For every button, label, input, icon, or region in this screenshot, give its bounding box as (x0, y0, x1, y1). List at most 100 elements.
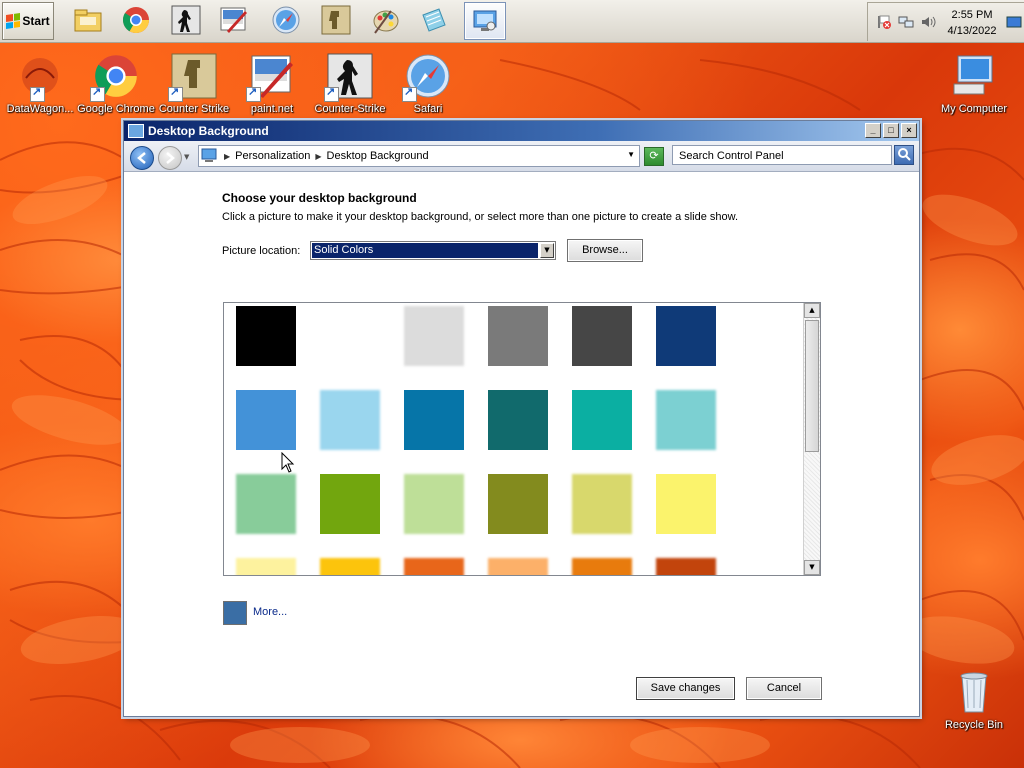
color-swatch[interactable] (572, 390, 632, 450)
dropdown-arrow-icon[interactable]: ▼ (540, 243, 554, 258)
clock-date: 4/13/2022 (947, 25, 997, 37)
color-swatch[interactable] (656, 474, 716, 534)
network-icon[interactable] (898, 14, 914, 33)
more-link[interactable]: More... (253, 606, 287, 618)
maximize-button[interactable]: □ (883, 123, 899, 138)
breadcrumb-desktop-background[interactable]: Desktop Background (327, 150, 429, 162)
back-button[interactable] (130, 146, 154, 170)
clock-time: 2:55 PM (951, 9, 993, 21)
scroll-thumb[interactable] (805, 320, 819, 452)
desktop-icon-paint-net[interactable]: paint.net (232, 52, 312, 115)
paint-net-taskbar-icon[interactable] (214, 3, 254, 37)
paint-net-icon (246, 52, 296, 102)
breadcrumb-chevron-icon[interactable]: ▶ (224, 152, 230, 161)
shortcut-arrow-icon (246, 85, 261, 102)
color-swatch[interactable] (488, 390, 548, 450)
minimize-button[interactable]: _ (865, 123, 881, 138)
desktop-icon-label: Counter Strike (158, 103, 230, 115)
color-swatch[interactable] (236, 390, 296, 450)
recycle-bin-icon (950, 668, 998, 716)
shortcut-arrow-icon (324, 85, 339, 102)
computer-icon (950, 52, 998, 100)
desktop-icon-safari[interactable]: Safari (388, 52, 468, 115)
clock[interactable]: 2:55 PM 4/13/2022 (942, 7, 1002, 39)
color-swatch[interactable] (572, 558, 632, 575)
close-button[interactable]: × (901, 123, 917, 138)
desktop-icon-label: paint.net (250, 103, 294, 115)
desktop-icon-label: DataWagon... (6, 103, 74, 115)
color-swatch[interactable] (404, 390, 464, 450)
window-titlebar[interactable]: Desktop Background _ □ × (124, 121, 919, 141)
shortcut-arrow-icon (30, 85, 45, 102)
safari-taskbar-icon[interactable] (266, 3, 306, 37)
desktop-icon-recycle-bin[interactable]: Recycle Bin (934, 668, 1014, 731)
notepad-taskbar-icon[interactable] (414, 3, 454, 37)
chrome-icon (90, 52, 140, 102)
browse-button[interactable]: Browse... (567, 239, 643, 262)
start-button[interactable]: Start (2, 2, 54, 40)
color-swatch[interactable] (320, 558, 380, 575)
desktop-icon-counter-strike[interactable]: Counter Strike (154, 52, 234, 115)
address-dropdown-icon[interactable]: ▼ (627, 150, 635, 159)
color-swatch[interactable] (572, 306, 632, 366)
desktop-icon-label: My Computer (940, 103, 1008, 115)
address-field[interactable]: ▶ Personalization ▶ Desktop Background ▼ (198, 145, 640, 167)
scrollbar[interactable]: ▲ ▼ (803, 303, 820, 575)
forward-button[interactable] (158, 146, 182, 170)
color-swatch[interactable] (488, 558, 548, 575)
volume-icon[interactable] (920, 14, 936, 33)
color-swatch[interactable] (572, 474, 632, 534)
picture-location-value: Solid Colors (312, 243, 538, 258)
mouse-cursor-icon (281, 452, 295, 473)
chrome-taskbar-icon[interactable] (116, 3, 156, 37)
color-swatch[interactable] (236, 306, 296, 366)
color-swatch[interactable] (404, 558, 464, 575)
color-picker-list[interactable]: ▲ ▼ (223, 302, 821, 576)
security-alert-icon[interactable] (876, 14, 892, 33)
color-swatch[interactable] (404, 474, 464, 534)
save-changes-button[interactable]: Save changes (636, 677, 735, 700)
color-swatch[interactable] (488, 306, 548, 366)
color-swatch[interactable] (320, 390, 380, 450)
desktop-icon-my-computer[interactable]: My Computer (934, 52, 1014, 115)
search-input[interactable]: Search Control Panel (672, 145, 892, 165)
breadcrumb-personalization[interactable]: Personalization (235, 150, 310, 162)
desktop-icon-google-chrome[interactable]: Google Chrome (76, 52, 156, 115)
show-desktop-icon[interactable] (1006, 15, 1022, 32)
cancel-button[interactable]: Cancel (746, 677, 822, 700)
shortcut-arrow-icon (168, 85, 183, 102)
forward-arrow-icon (166, 152, 175, 164)
address-bar: ▼ ▶ Personalization ▶ Desktop Background… (124, 141, 919, 172)
color-swatch[interactable] (320, 474, 380, 534)
color-swatch[interactable] (320, 306, 380, 366)
control-panel-taskbar-icon[interactable] (464, 2, 506, 40)
refresh-button[interactable]: ⟳ (644, 147, 664, 166)
datawagon-icon (16, 52, 64, 102)
color-swatch[interactable] (656, 390, 716, 450)
counter-strike-taskbar-icon[interactable] (166, 3, 206, 37)
soldier-icon (168, 52, 218, 102)
soldier-taskbar-icon[interactable] (316, 3, 356, 37)
explorer-taskbar-icon[interactable] (68, 3, 108, 37)
color-swatch[interactable] (236, 558, 296, 575)
recent-pages-chevron-icon[interactable]: ▼ (184, 153, 189, 161)
desktop-icon-datawagon[interactable]: DataWagon... (0, 52, 80, 115)
desktop-icon-counter-strike-2[interactable]: Counter-Strike (310, 52, 390, 115)
more-color-swatch[interactable] (223, 601, 247, 625)
color-swatch[interactable] (656, 558, 716, 575)
paint-palette-taskbar-icon[interactable] (366, 3, 406, 37)
counter-strike-icon (324, 52, 374, 102)
start-label: Start (22, 14, 50, 28)
picture-location-select[interactable]: Solid Colors ▼ (310, 241, 556, 260)
search-button[interactable] (894, 145, 914, 165)
scroll-up-button[interactable]: ▲ (804, 303, 820, 318)
breadcrumb-chevron-icon[interactable]: ▶ (315, 152, 321, 161)
shortcut-arrow-icon (402, 85, 417, 102)
scroll-down-button[interactable]: ▼ (804, 560, 820, 575)
color-swatch[interactable] (236, 474, 296, 534)
system-tray: 2:55 PM 4/13/2022 (867, 2, 1024, 41)
color-swatch[interactable] (404, 306, 464, 366)
color-swatch[interactable] (656, 306, 716, 366)
color-swatch[interactable] (488, 474, 548, 534)
picture-location-label: Picture location: (222, 245, 301, 257)
